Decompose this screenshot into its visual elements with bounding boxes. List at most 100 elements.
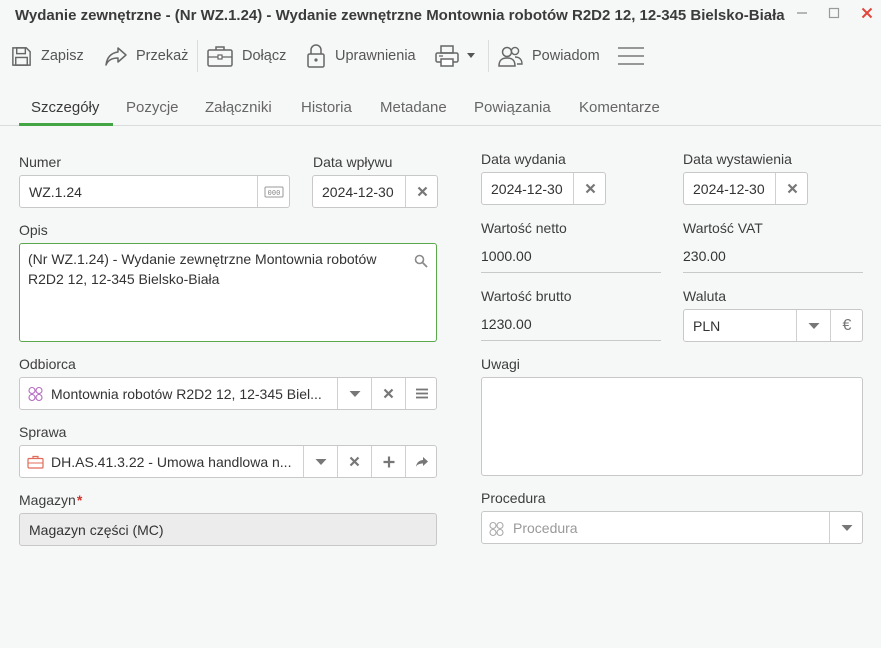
wartosc-vat-label: Wartość VAT bbox=[683, 220, 763, 236]
chevron-down-icon[interactable] bbox=[466, 52, 476, 60]
tab-pozycje[interactable]: Pozycje bbox=[126, 99, 179, 116]
data-wplywu-field[interactable]: 2024-12-30 bbox=[312, 175, 438, 208]
attach-button[interactable]: Dołącz bbox=[206, 38, 286, 74]
window-title: Wydanie zewnętrzne - (Nr WZ.1.24) - Wyda… bbox=[15, 7, 785, 24]
title-bar: Wydanie zewnętrzne - (Nr WZ.1.24) - Wyda… bbox=[0, 0, 881, 32]
field-underline bbox=[683, 272, 863, 273]
waluta-value: PLN bbox=[693, 317, 721, 334]
chevron-down-icon bbox=[808, 322, 819, 329]
forward-button[interactable]: Przekaż bbox=[104, 38, 188, 74]
save-label: Zapisz bbox=[41, 48, 84, 64]
menu-button[interactable] bbox=[617, 38, 645, 74]
briefcase-icon bbox=[207, 46, 233, 67]
procedura-dropdown-button[interactable] bbox=[829, 512, 863, 543]
forward-label: Przekaż bbox=[136, 48, 189, 64]
toolbar: Zapisz Przekaż Dołącz Uprawnienia Powiad… bbox=[0, 38, 881, 74]
clear-date-button[interactable] bbox=[775, 173, 808, 204]
odbiorca-field[interactable]: Montownia robotów R2D2 12, 12-345 Biel..… bbox=[19, 377, 437, 410]
active-tab-indicator bbox=[19, 123, 113, 126]
data-wydania-label: Data wydania bbox=[481, 151, 566, 167]
tab-szczegoly[interactable]: Szczegóły bbox=[31, 99, 99, 116]
clear-icon bbox=[585, 183, 595, 194]
notify-button[interactable]: Powiadom bbox=[497, 38, 600, 74]
numer-value: WZ.1.24 bbox=[29, 183, 82, 200]
plus-icon bbox=[383, 456, 394, 467]
close-icon[interactable] bbox=[857, 6, 877, 24]
sprawa-go-button[interactable] bbox=[405, 446, 437, 477]
numbering-button[interactable]: 000 bbox=[257, 176, 290, 207]
odbiorca-clear-button[interactable] bbox=[371, 378, 405, 409]
magazyn-field[interactable]: Magazyn części (MC) bbox=[19, 513, 437, 546]
sprawa-clear-button[interactable] bbox=[337, 446, 371, 477]
data-wystawienia-value: 2024-12-30 bbox=[693, 180, 765, 197]
permissions-button[interactable]: Uprawnienia bbox=[305, 38, 416, 74]
clear-icon bbox=[417, 186, 427, 197]
procedura-label: Procedura bbox=[481, 490, 546, 506]
currency-euro-icon[interactable]: € bbox=[830, 310, 863, 341]
uwagi-textarea[interactable] bbox=[481, 377, 863, 476]
toolbar-divider bbox=[197, 40, 198, 72]
required-mark: * bbox=[76, 492, 83, 508]
clear-date-button[interactable] bbox=[405, 176, 438, 207]
waluta-label: Waluta bbox=[683, 288, 727, 304]
procedura-field[interactable]: Procedura bbox=[481, 511, 863, 544]
printer-icon bbox=[435, 45, 459, 67]
chevron-down-icon bbox=[841, 524, 852, 531]
sprawa-add-button[interactable] bbox=[371, 446, 405, 477]
chevron-down-icon bbox=[315, 458, 326, 465]
attach-label: Dołącz bbox=[242, 48, 287, 64]
permissions-label: Uprawnienia bbox=[335, 48, 416, 64]
print-button[interactable] bbox=[434, 38, 476, 74]
chevron-down-icon bbox=[349, 390, 360, 397]
tab-komentarze[interactable]: Komentarze bbox=[579, 99, 660, 116]
clear-icon bbox=[349, 456, 360, 467]
wartosc-vat-value: 230.00 bbox=[683, 248, 726, 264]
waluta-dropdown-button[interactable] bbox=[796, 310, 830, 341]
numer-label: Numer bbox=[19, 154, 62, 170]
svg-text:000: 000 bbox=[268, 189, 281, 197]
field-underline bbox=[481, 340, 661, 341]
data-wystawienia-label: Data wystawienia bbox=[683, 151, 792, 167]
search-icon[interactable] bbox=[414, 254, 428, 268]
wartosc-netto-value: 1000.00 bbox=[481, 248, 532, 264]
data-wydania-field[interactable]: 2024-12-30 bbox=[481, 172, 606, 205]
hamburger-menu-icon bbox=[618, 47, 644, 65]
tab-historia[interactable]: Historia bbox=[301, 99, 352, 116]
waluta-select[interactable]: PLN € bbox=[683, 309, 863, 342]
opis-label: Opis bbox=[19, 222, 48, 238]
tab-powiazania[interactable]: Powiązania bbox=[474, 99, 551, 116]
sprawa-label: Sprawa bbox=[19, 424, 67, 440]
numer-field[interactable]: WZ.1.24 000 bbox=[19, 175, 290, 208]
opis-value: (Nr WZ.1.24) - Wydanie zewnętrzne Montow… bbox=[28, 251, 377, 287]
clear-date-button[interactable] bbox=[573, 173, 606, 204]
lock-icon bbox=[307, 44, 325, 68]
share-arrow-icon bbox=[105, 47, 127, 66]
contractor-icon bbox=[28, 386, 43, 402]
data-wplywu-value: 2024-12-30 bbox=[322, 183, 394, 200]
sprawa-field[interactable]: DH.AS.41.3.22 - Umowa handlowa n... bbox=[19, 445, 437, 478]
save-button[interactable]: Zapisz bbox=[10, 38, 84, 74]
wartosc-netto-label: Wartość netto bbox=[481, 220, 567, 236]
odbiorca-list-button[interactable] bbox=[405, 378, 437, 409]
tab-metadane[interactable]: Metadane bbox=[380, 99, 447, 116]
field-underline bbox=[481, 272, 661, 273]
magazyn-label: Magazyn* bbox=[19, 492, 83, 508]
case-briefcase-icon bbox=[27, 455, 44, 469]
data-wydania-value: 2024-12-30 bbox=[491, 180, 563, 197]
numbering-icon: 000 bbox=[264, 186, 284, 197]
maximize-icon[interactable] bbox=[824, 6, 844, 24]
odbiorca-dropdown-button[interactable] bbox=[337, 378, 371, 409]
procedura-placeholder: Procedura bbox=[513, 519, 578, 536]
sprawa-dropdown-button[interactable] bbox=[303, 446, 337, 477]
wartosc-brutto-label: Wartość brutto bbox=[481, 288, 572, 304]
clear-icon bbox=[383, 388, 394, 399]
share-arrow-icon bbox=[415, 456, 428, 467]
procedure-icon bbox=[489, 521, 504, 537]
tab-zalaczniki[interactable]: Załączniki bbox=[205, 99, 272, 116]
uwagi-label: Uwagi bbox=[481, 356, 520, 372]
odbiorca-value: Montownia robotów R2D2 12, 12-345 Biel..… bbox=[51, 385, 322, 402]
opis-textarea[interactable]: (Nr WZ.1.24) - Wydanie zewnętrzne Montow… bbox=[19, 243, 437, 342]
data-wystawienia-field[interactable]: 2024-12-30 bbox=[683, 172, 808, 205]
tab-bar: Szczegóły Pozycje Załączniki Historia Me… bbox=[0, 88, 881, 126]
minimize-icon[interactable] bbox=[792, 6, 812, 24]
